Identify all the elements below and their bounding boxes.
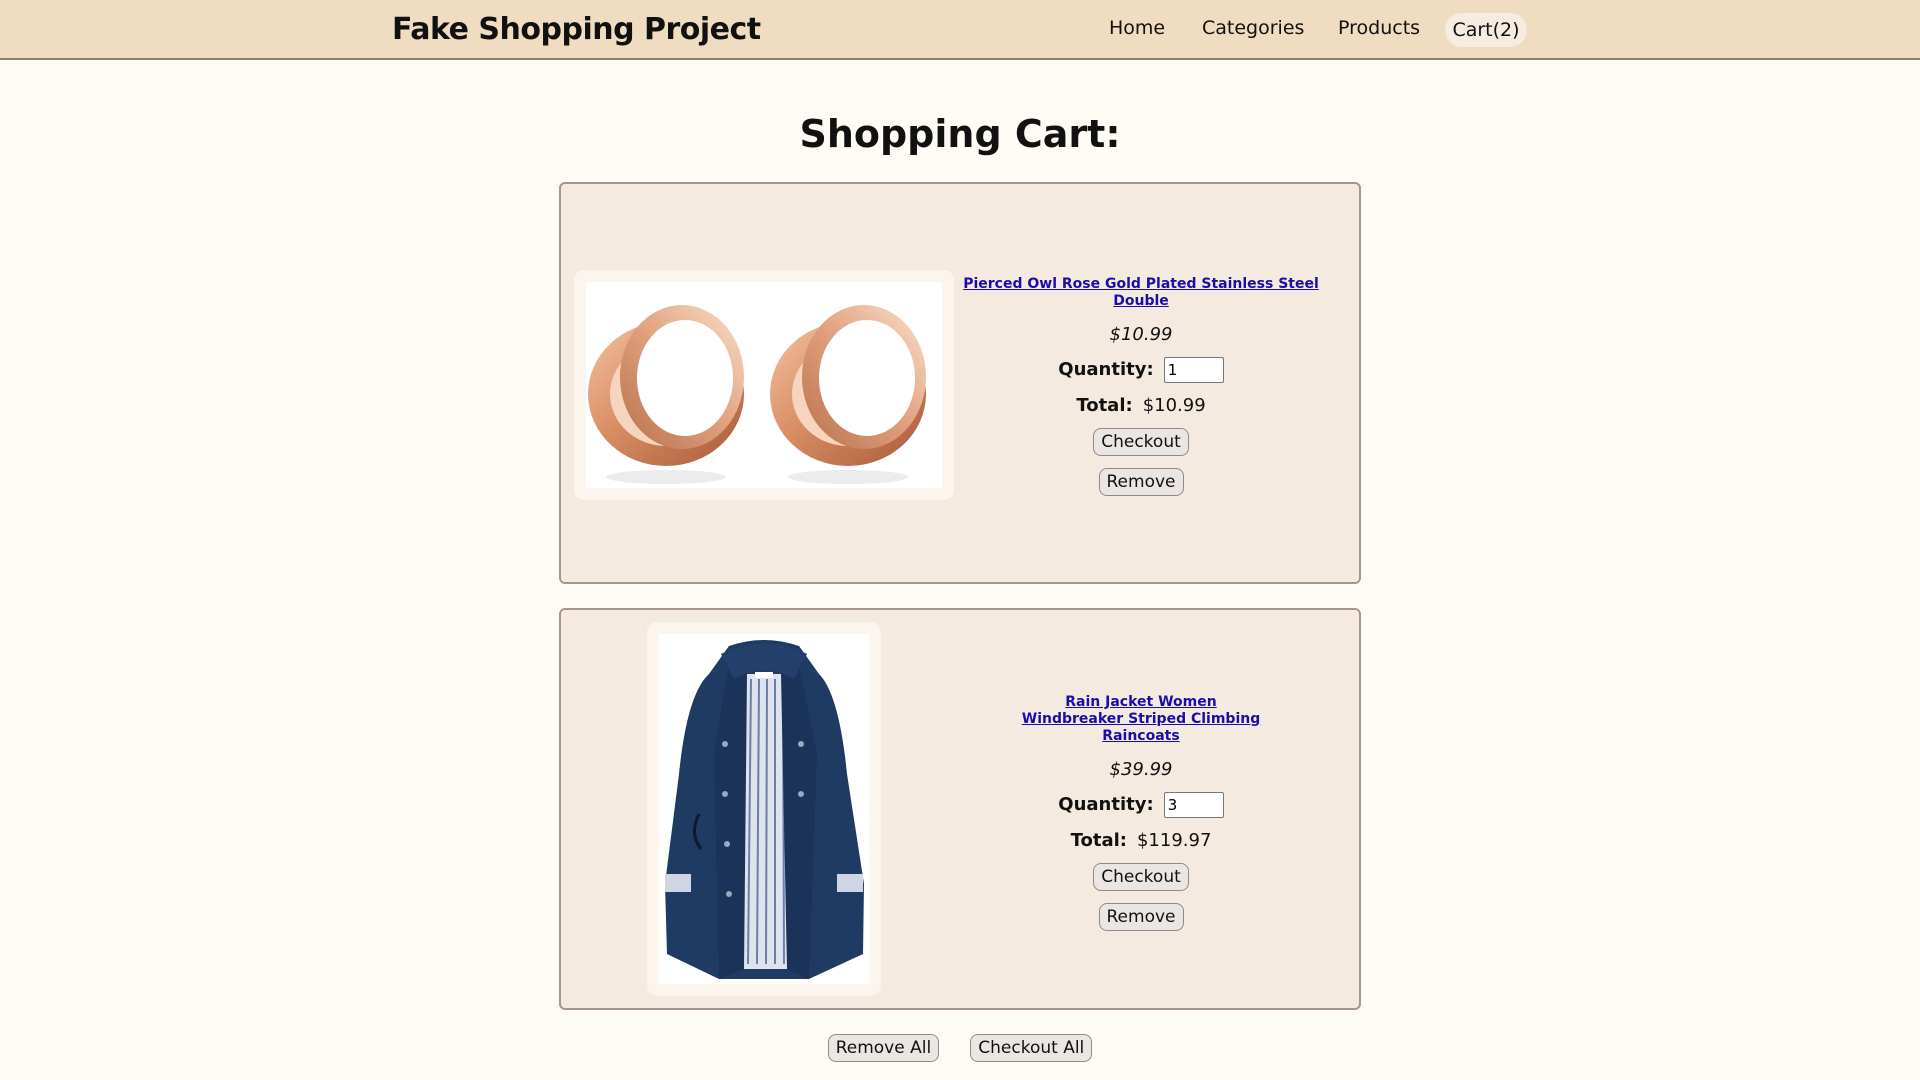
cart-item-info: Pierced Owl Rose Gold Plated Stainless S…	[956, 276, 1326, 496]
quantity-row: Quantity:	[956, 792, 1326, 818]
total-row: Total: $119.97	[956, 830, 1326, 851]
total-label: Total:	[1076, 395, 1133, 416]
product-image-rings[interactable]	[586, 282, 942, 488]
cart-actions: Remove All Checkout All	[0, 1034, 1920, 1062]
checkout-button[interactable]: Checkout	[1093, 428, 1189, 456]
product-image-raincoat[interactable]	[659, 634, 869, 984]
nav-categories-link[interactable]: Categories	[1202, 17, 1304, 39]
brand-logo[interactable]: Fake Shopping Project	[392, 12, 761, 47]
quantity-input[interactable]	[1163, 357, 1224, 383]
product-name-link[interactable]: Rain Jacket Women Windbreaker Striped Cl…	[1016, 694, 1266, 745]
total-value: $119.97	[1136, 830, 1212, 851]
total-value: $10.99	[1142, 395, 1206, 416]
cart-item: Pierced Owl Rose Gold Plated Stainless S…	[559, 182, 1361, 584]
quantity-label: Quantity:	[1058, 359, 1154, 380]
page-title: Shopping Cart:	[799, 112, 1121, 156]
quantity-label: Quantity:	[1058, 794, 1154, 815]
quantity-input[interactable]	[1163, 792, 1224, 818]
product-price: $10.99	[1109, 324, 1173, 345]
nav-cart-link[interactable]: Cart(2)	[1445, 13, 1527, 47]
checkout-button[interactable]: Checkout	[1093, 863, 1189, 891]
nav-home-link[interactable]: Home	[1109, 17, 1165, 39]
cart-item-info: Rain Jacket Women Windbreaker Striped Cl…	[956, 694, 1326, 931]
checkout-all-button[interactable]: Checkout All	[970, 1034, 1093, 1062]
cart-item: Rain Jacket Women Windbreaker Striped Cl…	[559, 608, 1361, 1010]
product-name-link[interactable]: Pierced Owl Rose Gold Plated Stainless S…	[956, 276, 1326, 310]
remove-button[interactable]: Remove	[1098, 468, 1184, 496]
quantity-row: Quantity:	[956, 357, 1326, 383]
product-price: $39.99	[1109, 759, 1173, 780]
product-image-frame	[574, 270, 954, 500]
total-label: Total:	[1070, 830, 1127, 851]
total-row: Total: $10.99	[956, 395, 1326, 416]
remove-button[interactable]: Remove	[1098, 903, 1184, 931]
remove-all-button[interactable]: Remove All	[827, 1034, 940, 1062]
nav-products-link[interactable]: Products	[1338, 17, 1420, 39]
product-image-frame	[647, 622, 881, 996]
navbar: Fake Shopping Project Home Categories Pr…	[0, 0, 1920, 60]
